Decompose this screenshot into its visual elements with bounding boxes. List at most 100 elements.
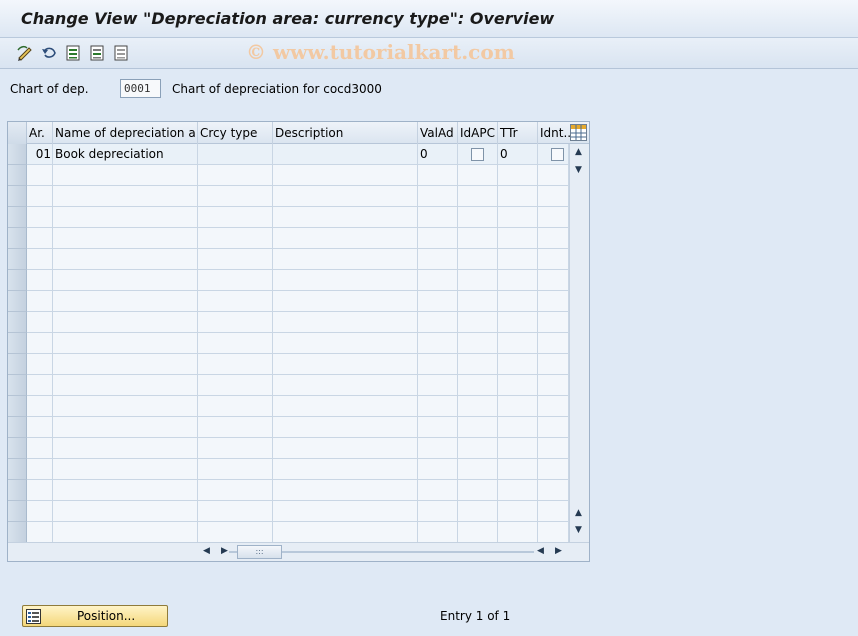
row-selector[interactable] <box>8 207 27 228</box>
cell-crcy[interactable] <box>198 522 273 543</box>
cell-crcy[interactable] <box>198 354 273 375</box>
cell-ttr[interactable] <box>498 522 538 543</box>
cell-name[interactable] <box>53 459 198 480</box>
position-button[interactable]: Position... <box>22 605 168 627</box>
row-selector[interactable] <box>8 165 27 186</box>
cell-idnt[interactable] <box>538 396 569 417</box>
cell-idapc[interactable] <box>458 522 498 543</box>
select-block-icon[interactable] <box>87 43 107 63</box>
cell-idapc[interactable] <box>458 186 498 207</box>
cell-valad[interactable] <box>418 228 458 249</box>
cell-idnt[interactable] <box>538 501 569 522</box>
cell-ttr[interactable] <box>498 417 538 438</box>
cell-valad[interactable] <box>418 270 458 291</box>
cell-ttr[interactable]: 0 <box>498 144 538 165</box>
cell-desc[interactable] <box>273 396 418 417</box>
cell-valad[interactable] <box>418 333 458 354</box>
cell-ar[interactable] <box>27 522 53 543</box>
cell-crcy[interactable] <box>198 333 273 354</box>
row-selector[interactable] <box>8 480 27 501</box>
cell-idnt[interactable] <box>538 417 569 438</box>
cell-desc[interactable] <box>273 228 418 249</box>
select-all-rows-button[interactable] <box>8 122 27 144</box>
cell-idnt[interactable] <box>538 228 569 249</box>
cell-crcy[interactable] <box>198 270 273 291</box>
cell-name[interactable] <box>53 228 198 249</box>
cell-name[interactable] <box>53 438 198 459</box>
cell-ttr[interactable] <box>498 438 538 459</box>
cell-crcy[interactable] <box>198 165 273 186</box>
cell-valad[interactable] <box>418 522 458 543</box>
cell-crcy[interactable] <box>198 228 273 249</box>
cell-name[interactable] <box>53 354 198 375</box>
cell-idapc[interactable] <box>458 144 498 165</box>
cell-crcy[interactable] <box>198 396 273 417</box>
row-selector[interactable] <box>8 375 27 396</box>
cell-crcy[interactable] <box>198 417 273 438</box>
column-header-ttr[interactable]: TTr <box>498 122 538 144</box>
scroll-thumb[interactable]: ::: <box>237 545 282 559</box>
scroll-page-down-icon[interactable]: ▼ <box>575 525 582 535</box>
cell-ttr[interactable] <box>498 375 538 396</box>
cell-ttr[interactable] <box>498 459 538 480</box>
cell-valad[interactable] <box>418 417 458 438</box>
cell-valad[interactable] <box>418 480 458 501</box>
scroll-down-icon[interactable]: ▼ <box>575 165 582 175</box>
cell-idapc[interactable] <box>458 459 498 480</box>
cell-valad[interactable] <box>418 354 458 375</box>
cell-idnt[interactable] <box>538 354 569 375</box>
cell-name[interactable] <box>53 417 198 438</box>
cell-ar[interactable] <box>27 207 53 228</box>
cell-ttr[interactable] <box>498 501 538 522</box>
cell-desc[interactable] <box>273 438 418 459</box>
deselect-all-icon[interactable] <box>111 43 131 63</box>
cell-ttr[interactable] <box>498 354 538 375</box>
row-selector[interactable] <box>8 144 27 165</box>
row-selector[interactable] <box>8 312 27 333</box>
cell-name[interactable] <box>53 480 198 501</box>
cell-idapc[interactable] <box>458 480 498 501</box>
cell-name[interactable] <box>53 165 198 186</box>
column-header-valad[interactable]: ValAd <box>418 122 458 144</box>
cell-idnt[interactable] <box>538 207 569 228</box>
cell-idnt[interactable] <box>538 312 569 333</box>
table-settings-icon[interactable] <box>570 124 587 141</box>
column-header-description[interactable]: Description <box>273 122 418 144</box>
cell-valad[interactable] <box>418 459 458 480</box>
select-all-icon[interactable] <box>63 43 83 63</box>
cell-valad[interactable] <box>418 438 458 459</box>
row-selector[interactable] <box>8 417 27 438</box>
cell-idnt[interactable] <box>538 270 569 291</box>
scroll-right-end-icon[interactable]: ▶ <box>555 546 562 556</box>
cell-idnt[interactable] <box>538 459 569 480</box>
cell-idnt[interactable] <box>538 291 569 312</box>
cell-crcy[interactable] <box>198 249 273 270</box>
cell-idnt[interactable] <box>538 186 569 207</box>
cell-ar[interactable] <box>27 270 53 291</box>
cell-desc[interactable] <box>273 459 418 480</box>
cell-crcy[interactable] <box>198 186 273 207</box>
cell-desc[interactable] <box>273 480 418 501</box>
cell-idapc[interactable] <box>458 312 498 333</box>
cell-name[interactable] <box>53 312 198 333</box>
cell-ar[interactable] <box>27 333 53 354</box>
cell-idnt[interactable] <box>538 522 569 543</box>
horizontal-scrollbar[interactable]: ◀ ▶ ::: ◀ ▶ <box>8 542 589 561</box>
cell-name[interactable] <box>53 270 198 291</box>
cell-valad[interactable] <box>418 207 458 228</box>
cell-name[interactable] <box>53 291 198 312</box>
row-selector[interactable] <box>8 438 27 459</box>
cell-desc[interactable] <box>273 501 418 522</box>
cell-valad[interactable] <box>418 249 458 270</box>
cell-crcy[interactable] <box>198 312 273 333</box>
cell-name[interactable]: Book depreciation <box>53 144 198 165</box>
cell-idnt[interactable] <box>538 333 569 354</box>
cell-idnt[interactable] <box>538 165 569 186</box>
cell-idapc[interactable] <box>458 165 498 186</box>
cell-crcy[interactable] <box>198 438 273 459</box>
cell-name[interactable] <box>53 396 198 417</box>
cell-desc[interactable] <box>273 270 418 291</box>
scroll-page-up-icon[interactable]: ▲ <box>575 508 582 518</box>
column-header-crcy-type[interactable]: Crcy type <box>198 122 273 144</box>
cell-idapc[interactable] <box>458 291 498 312</box>
